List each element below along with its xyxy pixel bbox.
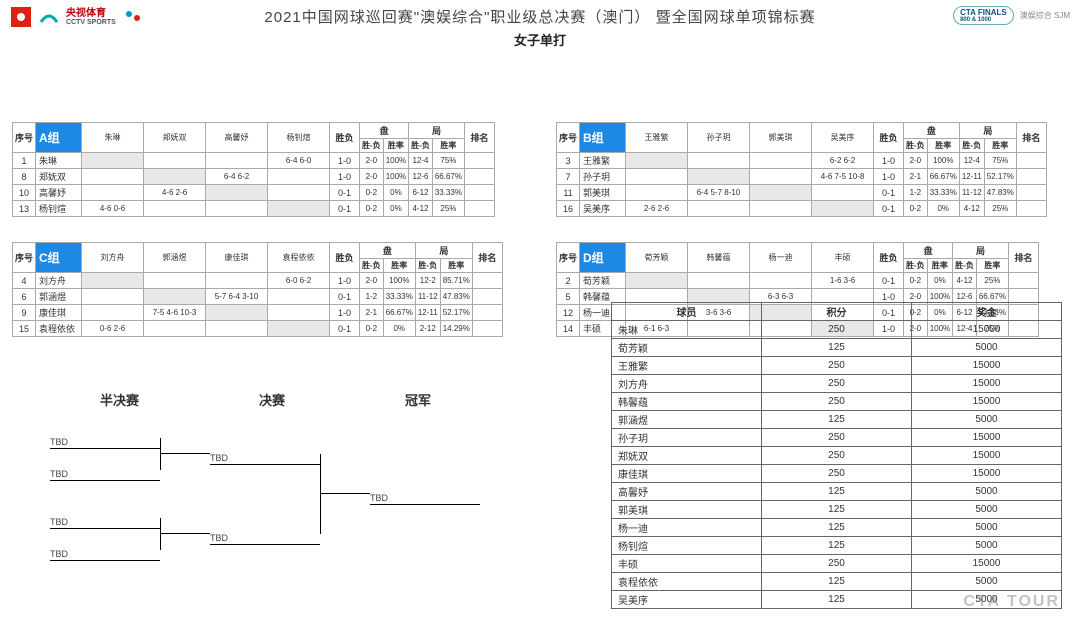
col-seed: 序号 [557,123,580,153]
group-name: B组 [580,123,626,153]
champion-slot: TBD [370,493,480,505]
col-opponent: 杨一迪 [750,243,812,273]
col-game: 局 [953,243,1009,259]
points-row: 杨一迪1255000 [612,519,1062,537]
group-row: 13杨钊煊4-6 0-60-10-20%4-1225% [13,201,495,217]
points-row: 高馨妤1255000 [612,483,1062,501]
col-opponent: 康佳琪 [206,243,268,273]
bracket: 半决赛 决赛 冠军 TBD TBD TBD TBD TBD TBD TBD [20,390,540,599]
col-opponent: 高馨妤 [206,123,268,153]
group-row: 16吴美序2-6 2-60-10-20%4-1225% [557,201,1047,217]
col-set: 盘 [360,243,416,259]
col-opponent: 朱琳 [82,123,144,153]
col-opponent: 郑妩双 [144,123,206,153]
points-row: 韩馨蕴25015000 [612,393,1062,411]
col-prize: 奖金 [912,303,1062,321]
points-row: 朱琳25015000 [612,321,1062,339]
sf-slot: TBD [50,469,160,481]
group-row: 9康佳琪7-5 4-6 10-31-02-166.67%12-1152.17% [13,305,503,321]
points-row: 郭美琪1255000 [612,501,1062,519]
col-opponent: 荀芳颖 [626,243,688,273]
group-table-A组: 序号A组朱琳郑妩双高馨妤杨钊煊胜负盘局排名胜-负胜率胜-负胜率1朱琳6-4 6-… [12,122,495,217]
label-final: 决赛 [259,390,285,409]
group-row: 3王雅繁6-2 6-21-02-0100%12-475% [557,153,1047,169]
label-champion: 冠军 [405,390,431,409]
watermark: CTA TOUR [963,593,1060,611]
logos-right: CTA FINALS800 & 1000 澳娱综合 SJM [953,6,1070,25]
group-table-B组: 序号B组王雅繁孙子玥郭美琪吴美序胜负盘局排名胜-负胜率胜-负胜率3王雅繁6-2 … [556,122,1047,217]
col-set: 盘 [904,123,960,139]
col-wl: 胜负 [330,123,360,153]
points-row: 郭涵煜1255000 [612,411,1062,429]
group-name: D组 [580,243,626,273]
col-game: 局 [959,123,1016,139]
sf-slot: TBD [50,517,160,529]
col-wl: 胜负 [874,123,904,153]
points-row: 康佳琪25015000 [612,465,1062,483]
col-opponent: 郭美琪 [750,123,812,153]
group-row: 10高馨妤4-6 2-60-10-20%6-1233.33% [13,185,495,201]
label-semifinal: 半决赛 [100,390,139,409]
points-row: 郑妩双25015000 [612,447,1062,465]
points-row: 王雅繁25015000 [612,357,1062,375]
points-row: 孙子玥25015000 [612,429,1062,447]
group-name: C组 [36,243,82,273]
col-wl: 胜负 [874,243,904,273]
col-rank: 排名 [1016,123,1046,153]
page-title: 2021中国网球巡回赛"澳娱综合"职业级总决赛（澳门） 暨全国网球单项锦标赛 [0,6,1080,27]
col-opponent: 王雅繁 [626,123,688,153]
points-row: 杨钊煊1255000 [612,537,1062,555]
sjm-logo: 澳娱综合 SJM [1020,10,1070,21]
group-row: 1朱琳6-4 6-01-02-0100%12-475% [13,153,495,169]
col-seed: 序号 [13,243,36,273]
col-player: 球员 [612,303,762,321]
col-opponent: 郭涵煜 [144,243,206,273]
page-subtitle: 女子单打 [0,30,1080,49]
col-game: 局 [415,243,472,259]
group-row: 7孙子玥4-6 7-5 10-81-02-166.67%12-1152.17% [557,169,1047,185]
col-rank: 排名 [472,243,502,273]
cta-finals-logo: CTA FINALS800 & 1000 [953,6,1014,25]
col-wl: 胜负 [330,243,360,273]
sf-slot: TBD [50,549,160,561]
col-opponent: 丰硕 [812,243,874,273]
group-row: 6郭涵煜5-7 6-4 3-100-11-233.33%11-1247.83% [13,289,503,305]
header: 央视体育CCTV SPORTS 2021中国网球巡回赛"澳娱综合"职业级总决赛（… [0,0,1080,52]
sf-slot: TBD [50,437,160,449]
points-table: 球员积分奖金朱琳25015000荀芳颖1255000王雅繁25015000刘方舟… [611,302,1062,609]
col-opponent: 韩馨蕴 [688,243,750,273]
col-rank: 排名 [1008,243,1038,273]
points-row: 刘方舟25015000 [612,375,1062,393]
col-opponent: 杨钊煊 [268,123,330,153]
col-opponent: 刘方舟 [82,243,144,273]
col-set: 盘 [360,123,409,139]
group-row: 8郑妩双6-4 6-21-02-0100%12-666.67% [13,169,495,185]
col-game: 局 [409,123,465,139]
col-opponent: 袁程依依 [268,243,330,273]
col-rank: 排名 [464,123,494,153]
col-seed: 序号 [557,243,580,273]
col-points: 积分 [762,303,912,321]
points-row: 袁程依依1255000 [612,573,1062,591]
group-table-C组: 序号C组刘方舟郭涵煜康佳琪袁程依依胜负盘局排名胜-负胜率胜-负胜率4刘方舟6-0… [12,242,503,337]
points-row: 荀芳颖1255000 [612,339,1062,357]
group-row: 2荀芳颖1-6 3-60-10-20%4-1225% [557,273,1039,289]
points-row: 丰硕25015000 [612,555,1062,573]
group-row: 15袁程依依0-6 2-60-10-20%2-1214.29% [13,321,503,337]
col-seed: 序号 [13,123,36,153]
final-slot: TBD [210,453,320,465]
col-opponent: 孙子玥 [688,123,750,153]
final-slot: TBD [210,533,320,545]
group-name: A组 [36,123,82,153]
col-set: 盘 [904,243,953,259]
col-opponent: 吴美序 [812,123,874,153]
group-row: 11郭美琪6-4 5-7 8-100-11-233.33%11-1247.83% [557,185,1047,201]
group-row: 4刘方舟6-0 6-21-02-0100%12-285.71% [13,273,503,289]
